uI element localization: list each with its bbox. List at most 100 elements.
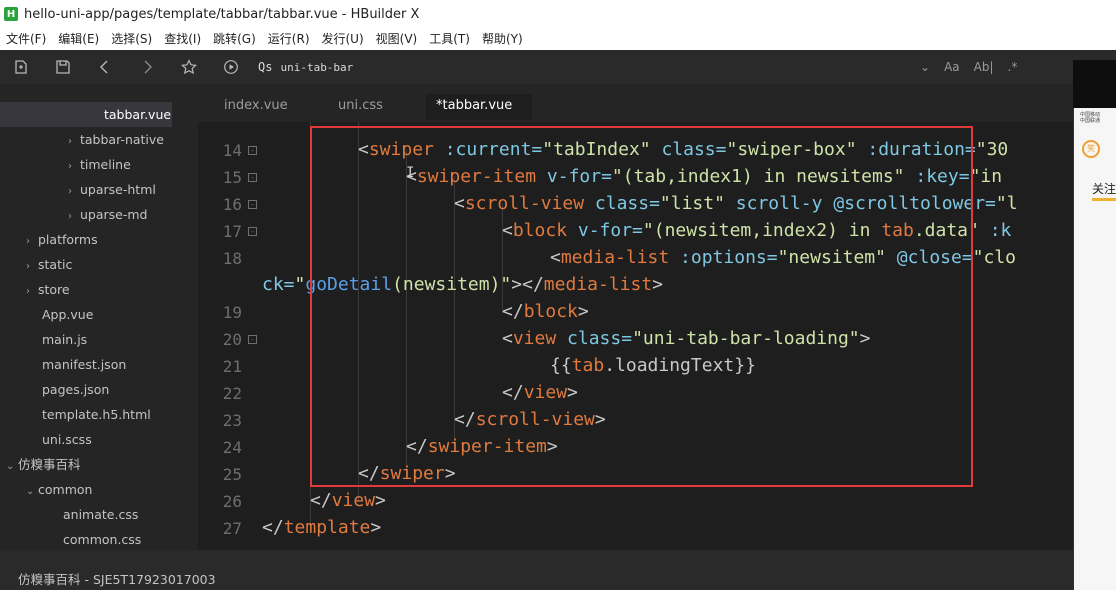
tree-item-label: tabbar-native xyxy=(80,132,164,147)
line-number: 24 xyxy=(222,438,242,457)
tree-item-pages-json[interactable]: pages.json xyxy=(42,377,109,402)
fold-icon[interactable]: - xyxy=(248,335,257,344)
new-file-button[interactable] xyxy=(0,50,42,84)
line-number: 14 xyxy=(222,141,242,160)
search-input[interactable] xyxy=(280,60,841,74)
save-button[interactable] xyxy=(42,50,84,84)
fold-icon[interactable]: - xyxy=(248,227,257,236)
tree-item-common[interactable]: ⌄ common xyxy=(26,477,92,502)
tree-item-uparse-md[interactable]: › uparse-md xyxy=(68,202,147,227)
tree-item-main-js[interactable]: main.js xyxy=(42,327,87,352)
code-line: 23 </scroll-view> xyxy=(198,408,1073,435)
tree-item-label: common xyxy=(38,482,93,497)
tree-item-label: App.vue xyxy=(42,307,94,322)
chevron-down-icon: ⌄ xyxy=(26,486,35,497)
toolbar: Qs ⌄ Aa Ab| .* xyxy=(0,50,1116,84)
menu-view[interactable]: 视图(V) xyxy=(370,28,424,50)
tree-item-app-vue[interactable]: App.vue xyxy=(42,302,93,327)
tree-item-project-root[interactable]: ⌄ 仿糗事百科 xyxy=(6,452,81,477)
code-text: <swiper :current="tabIndex" class="swipe… xyxy=(358,139,1009,160)
menu-goto[interactable]: 跳转(G) xyxy=(207,28,262,50)
project-explorer: tabbar.vue › tabbar-native › timeline › upa… xyxy=(0,84,198,550)
tree-item-label: manifest.json xyxy=(42,357,127,372)
fold-icon[interactable]: - xyxy=(248,146,257,155)
tab-uni-css[interactable]: uni.css xyxy=(328,94,393,120)
tree-item-animate-css[interactable]: animate.css xyxy=(63,502,138,527)
fold-icon[interactable]: - xyxy=(248,200,257,209)
line-number: 26 xyxy=(222,492,242,511)
tree-item-tabbar-native[interactable]: › tabbar-native xyxy=(68,127,164,152)
phone-tab-follow[interactable]: 关注 xyxy=(1092,180,1116,197)
tree-item-label: store xyxy=(38,282,70,297)
line-number: 23 xyxy=(222,411,242,430)
code-text: {{tab.loadingText}} xyxy=(550,355,756,376)
tree-item-uni-scss[interactable]: uni.scss xyxy=(42,427,92,452)
tree-item-common-css[interactable]: common.css xyxy=(63,527,141,550)
tree-item-label: 仿糗事百科 xyxy=(18,457,81,472)
line-number: 27 xyxy=(222,519,242,538)
code-line: 22 </view> xyxy=(198,381,1073,408)
chevron-right-icon: › xyxy=(68,211,72,222)
line-number: 21 xyxy=(222,357,242,376)
menu-publish[interactable]: 发行(U) xyxy=(316,28,370,50)
tree-item-static[interactable]: › static xyxy=(26,252,72,277)
status-bar: 仿糗事百科 - SJE5T17923017003 xyxy=(0,550,1073,590)
code-text: </view> xyxy=(310,490,386,511)
menu-help[interactable]: 帮助(Y) xyxy=(476,28,529,50)
phone-tab-indicator xyxy=(1092,198,1116,201)
star-icon xyxy=(181,59,197,75)
forward-button[interactable] xyxy=(126,50,168,84)
tree-item-store[interactable]: › store xyxy=(26,277,70,302)
code-text: </scroll-view> xyxy=(454,409,606,430)
tree-item-label: pages.json xyxy=(42,382,110,397)
code-text: ck="goDetail(newsitem)"></media-list> xyxy=(262,274,664,295)
text-cursor-icon: I xyxy=(406,165,415,181)
code-text: <block v-for="(newsitem,index2) in tab.d… xyxy=(502,220,1012,241)
menu-tools[interactable]: 工具(T) xyxy=(423,28,476,50)
chevron-right-icon: › xyxy=(26,236,30,247)
tree-item-label: main.js xyxy=(42,332,88,347)
tree-item-uparse-html[interactable]: › uparse-html xyxy=(68,177,156,202)
tree-item-label: uni.scss xyxy=(42,432,92,447)
hbuilder-logo-icon: H xyxy=(4,7,18,21)
code-line: 21 {{tab.loadingText}} xyxy=(198,354,1073,381)
menu-file[interactable]: 文件(F) xyxy=(0,28,52,50)
whole-word-icon[interactable]: Ab| xyxy=(974,60,994,74)
tree-item-template-h5-html[interactable]: template.h5.html xyxy=(42,402,151,427)
code-text: <scroll-view class="list" scroll-y @scro… xyxy=(454,193,1018,214)
tree-item-label: tabbar.vue xyxy=(104,107,172,122)
code-line: 19 </block> xyxy=(198,300,1073,327)
run-button[interactable] xyxy=(210,50,252,84)
tree-item-timeline[interactable]: › timeline xyxy=(68,152,131,177)
chevron-right-icon: › xyxy=(68,136,72,147)
regex-icon[interactable]: .* xyxy=(1008,60,1018,74)
match-case-icon[interactable]: Aa xyxy=(944,60,960,74)
code-text: </block> xyxy=(502,301,589,322)
tree-item-tabbar-vue[interactable]: tabbar.vue xyxy=(0,102,172,127)
tree-item-platforms[interactable]: › platforms xyxy=(26,227,98,252)
menu-find[interactable]: 查找(I) xyxy=(158,28,207,50)
line-number: 25 xyxy=(222,465,242,484)
code-text: <swiper-item v-for="(tab,index1) in news… xyxy=(406,166,1003,187)
search-bar: Qs xyxy=(258,55,958,79)
line-number: 22 xyxy=(222,384,242,403)
play-circle-icon xyxy=(224,60,238,74)
menu-edit[interactable]: 编辑(E) xyxy=(52,28,105,50)
chevron-left-icon xyxy=(100,60,108,74)
menu-run[interactable]: 运行(R) xyxy=(262,28,316,50)
back-button[interactable] xyxy=(84,50,126,84)
tree-item-label: template.h5.html xyxy=(42,407,151,422)
tab-tabbar-vue[interactable]: *tabbar.vue xyxy=(426,94,532,120)
phone-app-icon[interactable]: 笑 xyxy=(1082,140,1100,158)
tree-item-label: timeline xyxy=(80,157,131,172)
bookmark-button[interactable] xyxy=(168,50,210,84)
chevron-down-icon[interactable]: ⌄ xyxy=(920,60,930,74)
tree-item-label: uparse-html xyxy=(80,182,156,197)
tree-item-label: animate.css xyxy=(63,507,139,522)
menu-select[interactable]: 选择(S) xyxy=(105,28,158,50)
fold-icon[interactable]: - xyxy=(248,173,257,182)
code-editor[interactable]: 14 - <swiper :current="tabIndex" class="… xyxy=(198,122,1073,550)
editor-tabs: index.vue uni.css *tabbar.vue xyxy=(198,84,1073,122)
tree-item-manifest-json[interactable]: manifest.json xyxy=(42,352,126,377)
tab-index-vue[interactable]: index.vue xyxy=(214,94,298,120)
